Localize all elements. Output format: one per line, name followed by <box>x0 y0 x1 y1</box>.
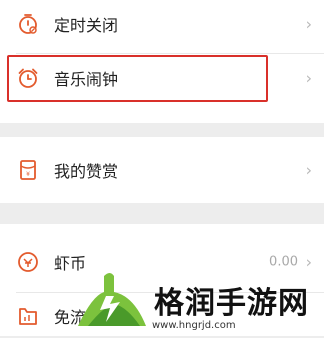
sleep-timer-label: 定时关闭 <box>54 16 119 35</box>
red-envelope-icon: ¥ <box>16 158 40 182</box>
settings-group-2: ¥ 我的赞赏 › <box>0 137 324 203</box>
watermark-url: www.hngrjd.com <box>152 320 236 331</box>
chevron-right-icon: › <box>305 68 312 88</box>
watermark-logo-icon <box>78 273 146 326</box>
sleep-timer-row[interactable]: 定时关闭 › <box>0 2 324 46</box>
chevron-right-icon: › <box>305 14 312 34</box>
settings-group-1: 定时关闭 › 音乐闹钟 › <box>0 0 324 123</box>
svg-text:¥: ¥ <box>26 171 30 178</box>
free-data-icon <box>16 304 40 328</box>
my-tips-label: 我的赞赏 <box>54 162 119 181</box>
my-tips-row[interactable]: ¥ 我的赞赏 › <box>0 148 324 192</box>
chevron-right-icon: › <box>305 160 312 180</box>
coin-icon <box>16 250 40 274</box>
divider <box>16 53 324 54</box>
timer-off-icon <box>16 12 40 36</box>
watermark: 格润手游网 www.hngrjd.com <box>54 262 324 336</box>
highlight-box <box>7 55 268 102</box>
watermark-title: 格润手游网 <box>154 286 309 321</box>
